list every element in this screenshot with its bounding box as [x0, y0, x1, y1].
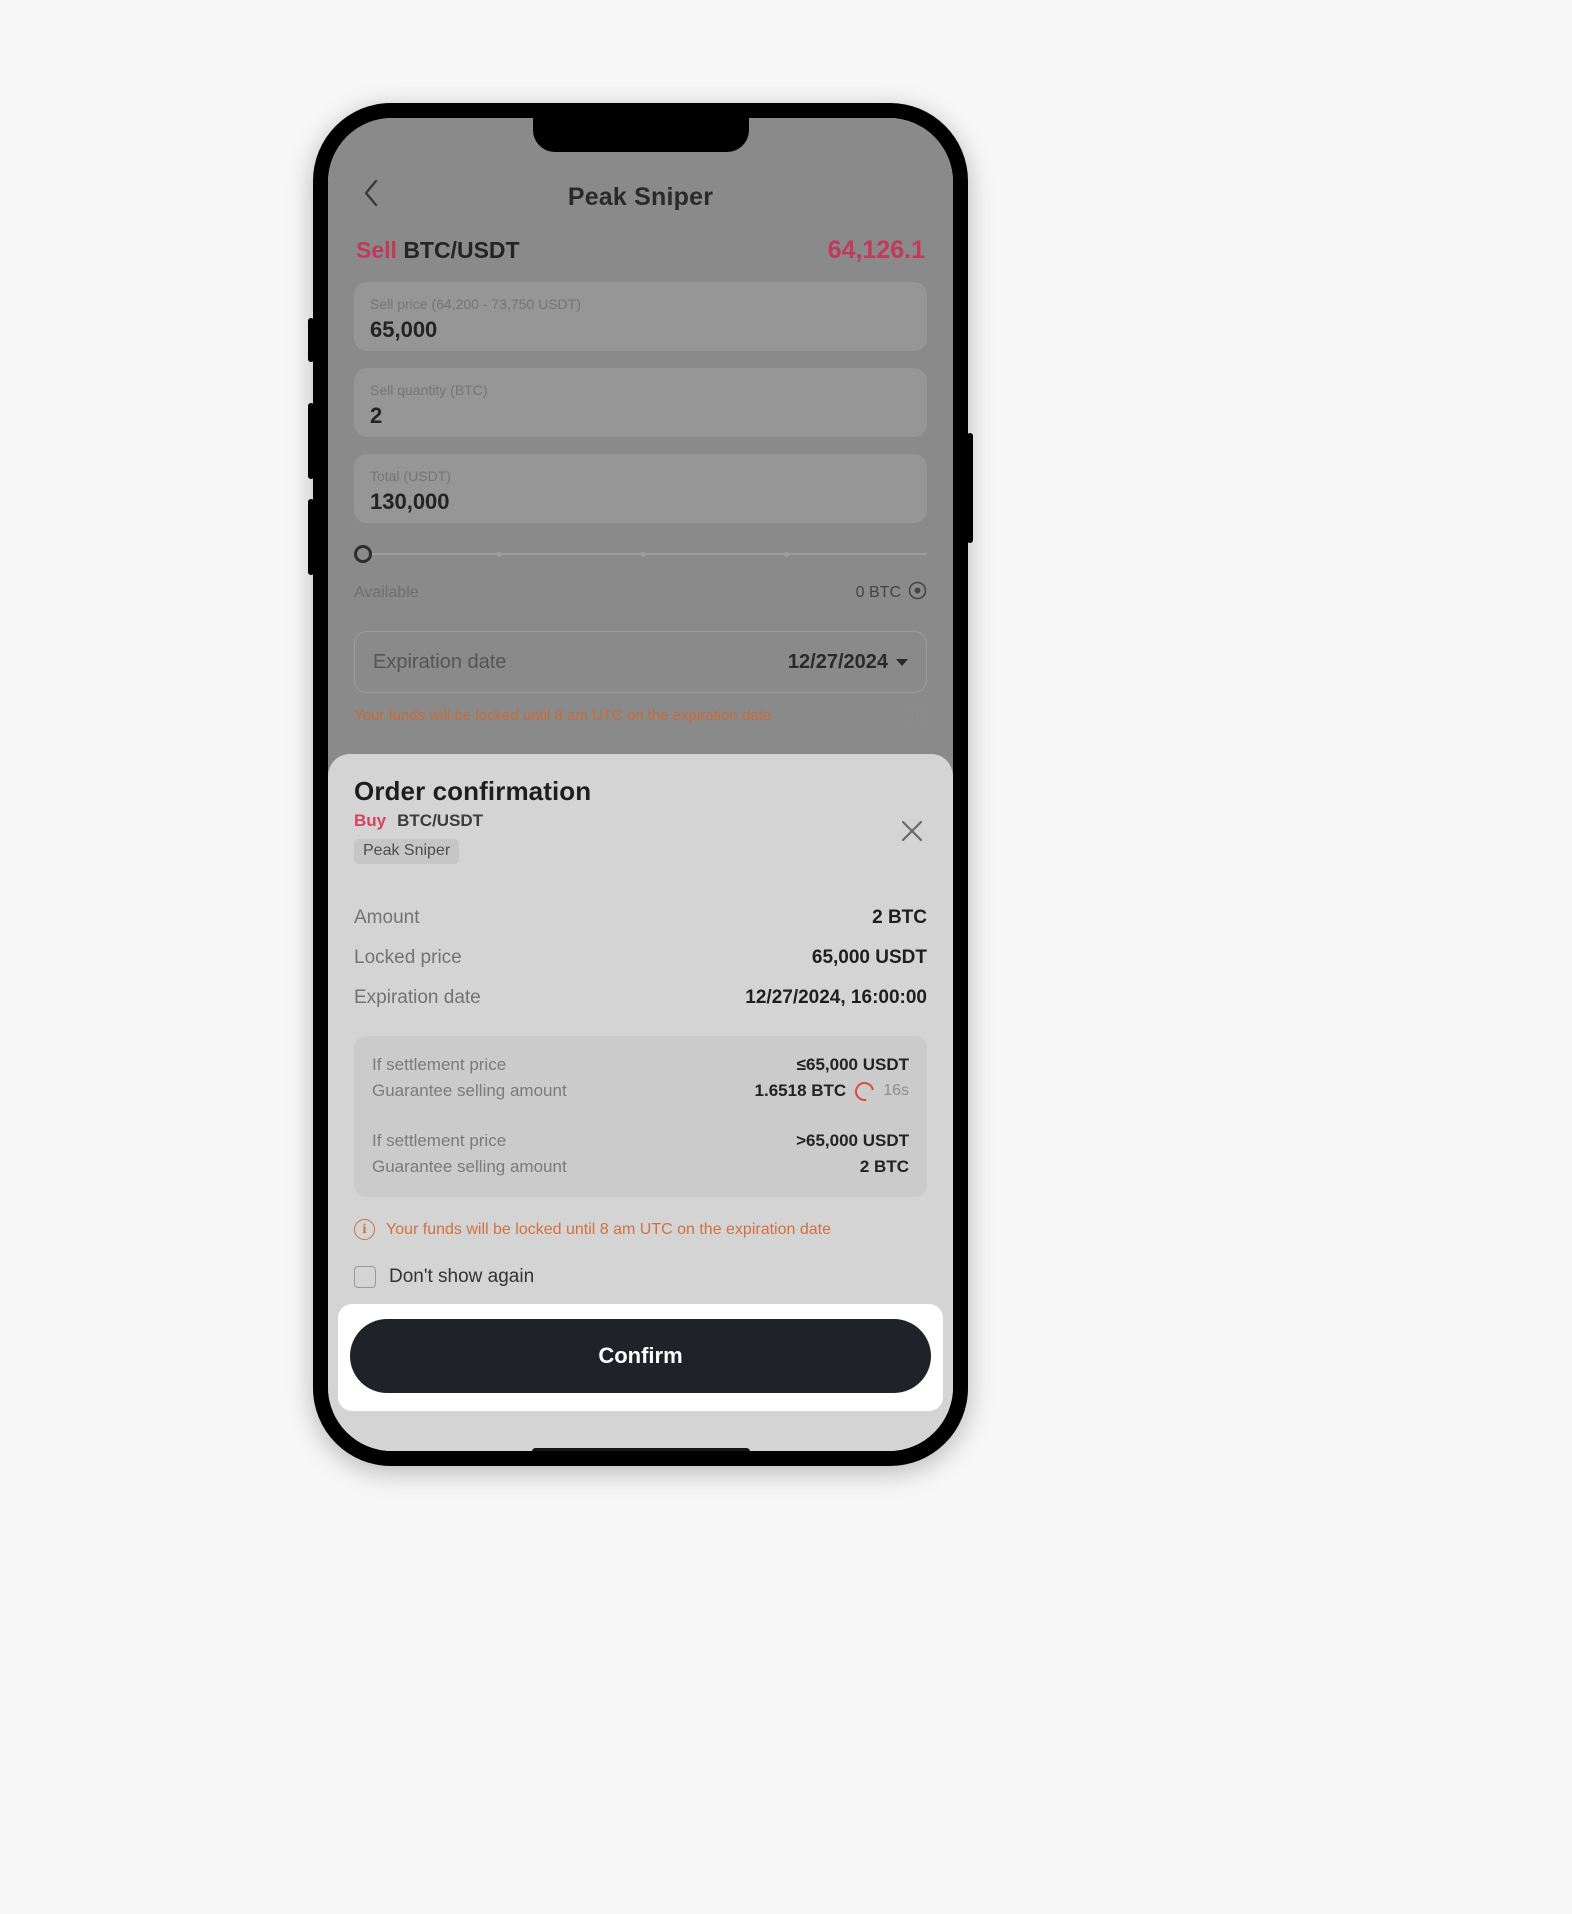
info-circle-icon[interactable]: i [908, 706, 927, 725]
settlement-scenario-2: If settlement price >65,000 USDT Guarant… [372, 1128, 909, 1180]
slider-handle[interactable] [354, 545, 372, 563]
sell-price-field[interactable]: Sell price (64,200 - 73,750 USDT) 65,000 [354, 282, 927, 351]
page-lock-warning: Your funds will be locked until 8 am UTC… [354, 706, 927, 725]
modal-expiration-value: 12/27/2024, 16:00:00 [745, 987, 927, 1008]
total-label: Total (USDT) [370, 468, 451, 484]
scenario-1-amount-value: 1.6518 BTC [754, 1081, 847, 1100]
expiration-date-selector[interactable]: Expiration date 12/27/2024 [354, 631, 927, 693]
settlement-scenario-1: If settlement price ≤65,000 USDT Guarant… [372, 1052, 909, 1105]
summary-row-amount: Amount 2 BTC [354, 898, 927, 938]
pair-symbol: BTC/USDT [403, 237, 520, 263]
page-lock-warning-text: Your funds will be locked until 8 am UTC… [354, 707, 772, 724]
available-value-group: 0 BTC [856, 581, 927, 605]
close-icon[interactable] [897, 816, 927, 846]
total-field[interactable]: Total (USDT) 130,000 [354, 454, 927, 523]
scenario-1-amount-label: Guarantee selling amount [372, 1081, 567, 1100]
phone-volume-up-button[interactable] [308, 403, 314, 479]
locked-price-value: 65,000 USDT [811, 947, 927, 968]
modal-order-side: Buy [354, 811, 387, 830]
phone-volume-down-button[interactable] [308, 499, 314, 575]
countdown-seconds: 16s [883, 1082, 909, 1099]
slider-tick-75 [783, 552, 789, 557]
confirm-button[interactable]: Confirm [350, 1319, 931, 1393]
scenario-1-amount-row: Guarantee selling amount 1.6518 BTC 16s [372, 1077, 909, 1105]
scenario-1-condition-label: If settlement price [372, 1055, 507, 1074]
home-indicator[interactable] [531, 1448, 750, 1451]
modal-expiration-label: Expiration date [354, 987, 481, 1008]
screenshot-canvas: Peak Sniper Sell BTC/USDT 64,126.1 Sell … [0, 0, 1572, 1914]
pair-label: Sell BTC/USDT [356, 237, 520, 264]
phone-notch [532, 118, 749, 152]
confirm-button-highlight-frame: Confirm [338, 1304, 943, 1411]
modal-pair-symbol: BTC/USDT [397, 811, 484, 830]
scenario-2-condition-row: If settlement price >65,000 USDT [372, 1128, 909, 1154]
settlement-scenarios-box: If settlement price ≤65,000 USDT Guarant… [354, 1036, 927, 1197]
scenario-2-amount-value: 2 BTC [859, 1157, 909, 1176]
modal-title: Order confirmation [354, 776, 592, 806]
scenario-1-condition-value: ≤65,000 USDT [796, 1055, 909, 1074]
dont-show-again-label: Don't show again [389, 1266, 535, 1287]
scenario-2-amount-row: Guarantee selling amount 2 BTC [372, 1154, 909, 1180]
scenario-1-amount-group: 1.6518 BTC 16s [754, 1077, 909, 1105]
order-confirmation-modal: Order confirmation Buy BTC/USDT Peak Sni… [328, 754, 953, 1451]
target-circle-icon[interactable] [908, 581, 927, 605]
sell-price-value: 65,000 [370, 317, 438, 342]
modal-lock-warning: i Your funds will be locked until 8 am U… [354, 1219, 927, 1240]
modal-subtitle: Buy BTC/USDT [354, 811, 927, 831]
amount-label: Amount [354, 907, 420, 928]
order-summary-list: Amount 2 BTC Locked price 65,000 USDT Ex… [328, 880, 953, 1018]
phone-mute-switch[interactable] [308, 318, 314, 362]
trading-pair-row: Sell BTC/USDT 64,126.1 [328, 222, 953, 265]
expiration-date-value-group: 12/27/2024 [788, 651, 908, 674]
summary-row-locked-price: Locked price 65,000 USDT [354, 938, 927, 978]
sell-quantity-label: Sell quantity (BTC) [370, 382, 488, 398]
chevron-down-icon [896, 658, 908, 666]
modal-header: Order confirmation Buy BTC/USDT Peak Sni… [328, 754, 953, 864]
home-indicator-area [328, 1411, 953, 1451]
available-value: 0 BTC [855, 584, 901, 601]
phone-screen: Peak Sniper Sell BTC/USDT 64,126.1 Sell … [328, 118, 953, 1451]
phone-power-button[interactable] [967, 433, 973, 543]
dont-show-again-checkbox[interactable] [354, 1266, 376, 1288]
market-price: 64,126.1 [827, 236, 925, 264]
expiration-date-value: 12/27/2024 [787, 650, 888, 673]
phone-device-frame: Peak Sniper Sell BTC/USDT 64,126.1 Sell … [308, 103, 973, 1466]
countdown-ring-icon [851, 1077, 878, 1105]
locked-price-label: Locked price [354, 947, 462, 968]
summary-row-expiration-date: Expiration date 12/27/2024, 16:00:00 [354, 978, 927, 1018]
strategy-tag: Peak Sniper [354, 839, 460, 864]
amount-value: 2 BTC [872, 907, 927, 928]
slider-tick-50 [640, 552, 646, 557]
info-circle-icon: i [354, 1219, 375, 1240]
available-label: Available [354, 584, 419, 601]
scenario-1-condition-row: If settlement price ≤65,000 USDT [372, 1052, 909, 1078]
scenario-2-amount-label: Guarantee selling amount [372, 1157, 567, 1176]
page-title: Peak Sniper [567, 183, 714, 211]
expiration-date-label: Expiration date [373, 650, 507, 673]
sell-quantity-value: 2 [370, 403, 383, 428]
modal-lock-warning-text: Your funds will be locked until 8 am UTC… [386, 1220, 831, 1238]
order-side-label: Sell [356, 237, 397, 263]
available-balance-row: Available 0 BTC [354, 581, 927, 605]
scenario-2-condition-label: If settlement price [372, 1131, 507, 1150]
sell-quantity-field[interactable]: Sell quantity (BTC) 2 [354, 368, 927, 437]
total-value: 130,000 [370, 489, 450, 514]
scenario-2-condition-value: >65,000 USDT [796, 1131, 909, 1150]
dont-show-again-row[interactable]: Don't show again [354, 1266, 927, 1288]
sell-price-label: Sell price (64,200 - 73,750 USDT) [370, 296, 581, 312]
slider-tick-25 [497, 552, 503, 557]
amount-slider[interactable] [354, 543, 927, 565]
